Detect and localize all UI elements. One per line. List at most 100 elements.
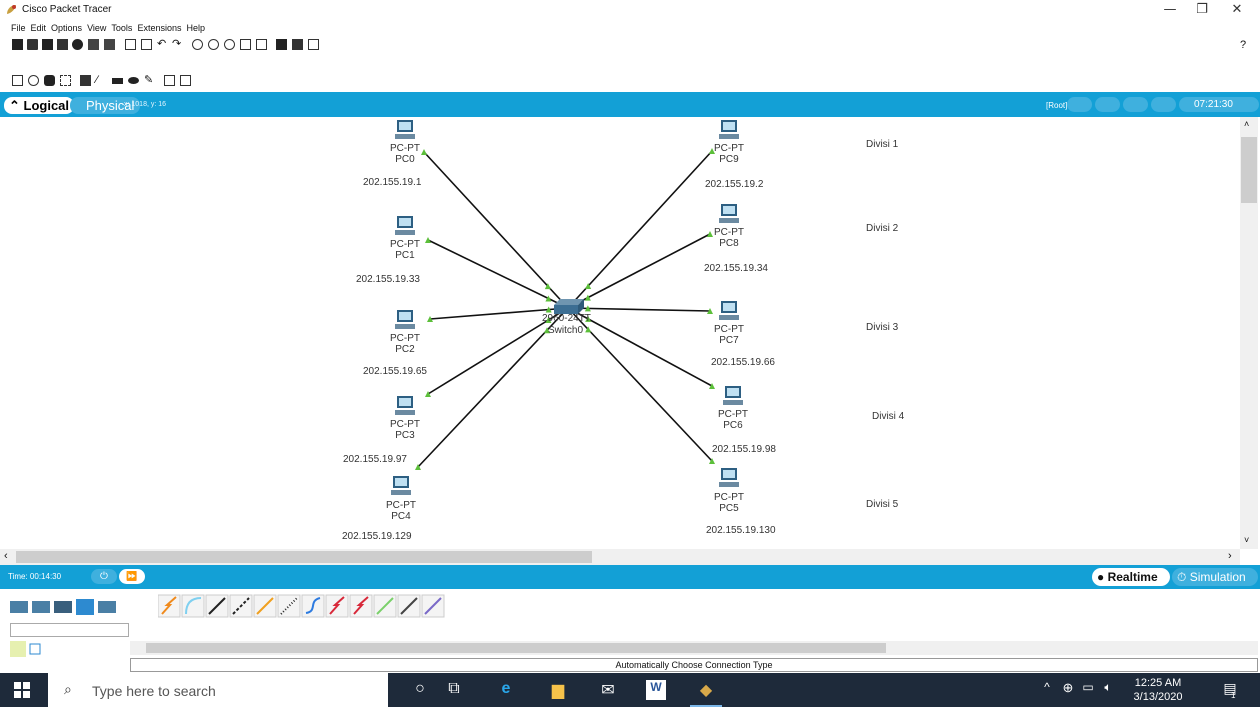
word-icon[interactable]: W [646, 680, 666, 700]
draw-rectangle-icon[interactable] [112, 78, 123, 84]
link-pc0-switch0[interactable] [423, 151, 569, 309]
menu-extensions[interactable]: Extensions [137, 20, 181, 36]
tab-logical[interactable]: ⌃ Logical [4, 97, 75, 114]
add-complex-pdu-icon[interactable] [180, 75, 191, 86]
cortana-icon[interactable]: ○ [410, 680, 430, 700]
maximize-button[interactable]: ❐ [1187, 2, 1217, 20]
switch-model-label: 2960-24TT [542, 313, 591, 324]
menu-tools[interactable]: Tools [111, 20, 132, 36]
vertical-scroll-thumb[interactable] [1241, 137, 1257, 203]
pdu-list-icon[interactable] [276, 39, 287, 50]
pc-name-label: PC1 [395, 250, 415, 261]
panel-scroll-thumb[interactable] [146, 643, 886, 653]
pc-name-label: PC9 [719, 154, 739, 165]
network-icon[interactable]: ⊕ [1060, 680, 1076, 700]
draw-ellipse-icon[interactable] [128, 77, 139, 84]
simulation-label: Simulation [1189, 570, 1246, 584]
save-icon[interactable] [42, 39, 53, 50]
horizontal-scroll-thumb[interactable] [16, 551, 592, 563]
link-pc1-switch0[interactable] [427, 239, 569, 309]
redo-icon[interactable]: ↷ [172, 39, 183, 50]
edge-browser-icon[interactable]: e [496, 680, 516, 700]
scroll-down-icon[interactable]: ˅ [1244, 535, 1249, 545]
division-1-label: Divisi 1 [866, 139, 899, 150]
horizontal-scrollbar[interactable]: ‹ › [0, 549, 1240, 565]
pc8-ip-label: 202.155.19.34 [704, 263, 768, 274]
pc-name-label: PC8 [719, 238, 739, 249]
menu-file[interactable]: File [11, 20, 26, 36]
taskbar-time[interactable]: 12:25 AM [1130, 677, 1186, 689]
add-simple-pdu-icon[interactable] [164, 75, 175, 86]
taskbar-search-box[interactable]: ⌕ Type here to search [48, 673, 388, 707]
workspace-canvas[interactable]: 2960-24TT Switch0 PC-PT PC0 202.155.19.1… [0, 117, 1240, 549]
network-info-icon[interactable] [88, 39, 99, 50]
zoom-out-icon[interactable] [224, 39, 235, 50]
panel-scrollbar[interactable] [130, 641, 1258, 655]
windows-taskbar: ⌕ Type here to search ○ ⧉ e ▆ ✉ W ◆ ^ ⊕ … [0, 673, 1260, 707]
delete-icon[interactable] [44, 75, 55, 86]
pc-type-label: PC-PT [714, 492, 744, 503]
task-view-icon[interactable]: ⧉ [444, 680, 464, 700]
clock-text: 07:21:30 [1194, 99, 1233, 110]
custom-device-icon[interactable] [104, 39, 115, 50]
fast-forward-button[interactable]: ⏩ [119, 569, 145, 584]
viewport-icon[interactable] [308, 39, 319, 50]
new-cluster-button[interactable] [1067, 97, 1092, 112]
draw-line-icon[interactable]: ∕ [96, 75, 107, 86]
connection-type-status: Automatically Choose Connection Type [130, 658, 1258, 672]
vertical-scrollbar[interactable]: ˄ ˅ [1240, 117, 1258, 549]
paste-icon[interactable] [141, 39, 152, 50]
environment-clock[interactable]: 07:21:30 [1179, 97, 1259, 112]
copy-icon[interactable] [125, 39, 136, 50]
packet-tracer-taskbar-icon[interactable]: ◆ [696, 680, 716, 700]
close-button[interactable]: ✕ [1222, 2, 1252, 20]
drawing-palette-icon[interactable] [240, 39, 251, 50]
ipc-icon[interactable] [292, 39, 303, 50]
port-indicator-pc6 [709, 383, 715, 389]
file-explorer-icon[interactable]: ▆ [548, 680, 568, 700]
new-file-icon[interactable] [12, 39, 23, 50]
scroll-right-icon[interactable]: › [1228, 550, 1232, 562]
move-object-button[interactable] [1095, 97, 1120, 112]
pc6-ip-label: 202.155.19.98 [712, 444, 776, 455]
title-bar: Cisco Packet Tracer — ❐ ✕ [0, 0, 1260, 20]
freeform-icon[interactable]: ✎ [144, 75, 155, 86]
activity-wizard-icon[interactable] [72, 39, 83, 50]
inspect-icon[interactable] [28, 75, 39, 86]
link-pc8-switch0[interactable] [567, 233, 711, 309]
realtime-tab[interactable]: ● Realtime [1092, 568, 1170, 586]
print-icon[interactable] [57, 39, 68, 50]
custom-devices-dialog-icon[interactable] [256, 39, 267, 50]
viewport-button[interactable] [1151, 97, 1176, 112]
minimize-button[interactable]: — [1155, 2, 1185, 20]
scroll-left-icon[interactable]: ‹ [4, 550, 8, 562]
resize-shape-icon[interactable] [60, 75, 71, 86]
taskbar-date[interactable]: 3/13/2020 [1130, 691, 1186, 703]
connections-icon [76, 599, 94, 615]
set-tiled-background-button[interactable] [1123, 97, 1148, 112]
battery-icon[interactable]: ▭ [1080, 680, 1096, 700]
volume-icon[interactable]: 🔈︎ [1100, 680, 1116, 700]
zoom-reset-icon[interactable] [208, 39, 219, 50]
help-button[interactable]: ? [1240, 39, 1246, 51]
simulation-tab[interactable]: ⏱ Simulation [1172, 568, 1258, 586]
open-icon[interactable] [27, 39, 38, 50]
notifications-icon[interactable]: ▤ [1220, 680, 1240, 700]
select-icon[interactable] [12, 75, 23, 86]
power-cycle-button[interactable]: ⏻ [91, 569, 117, 584]
menu-view[interactable]: View [87, 20, 106, 36]
zoom-in-icon[interactable] [192, 39, 203, 50]
scroll-up-icon[interactable]: ˄ [1244, 119, 1249, 129]
menu-options[interactable]: Options [51, 20, 82, 36]
device-search-box[interactable] [10, 623, 129, 637]
mail-icon[interactable]: ✉ [598, 680, 618, 700]
undo-icon[interactable]: ↶ [157, 39, 168, 50]
menu-edit[interactable]: Edit [31, 20, 47, 36]
link-pc9-switch0[interactable] [567, 150, 713, 309]
menu-help[interactable]: Help [186, 20, 205, 36]
device-panel: Automatically Choose Connection Type [0, 589, 1260, 673]
show-hidden-icons-icon[interactable]: ^ [1040, 680, 1054, 700]
pc-type-label: PC-PT [390, 143, 420, 154]
start-windows-icon[interactable] [14, 682, 30, 698]
place-note-icon[interactable] [80, 75, 91, 86]
